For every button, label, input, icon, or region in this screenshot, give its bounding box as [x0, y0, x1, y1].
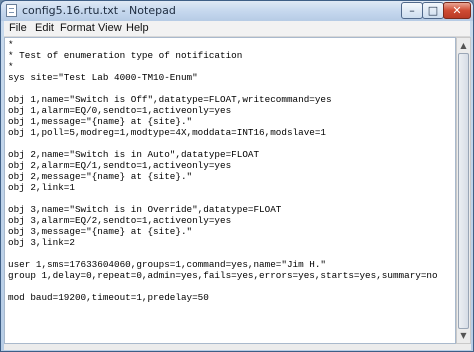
text-line: obj 2,link=1 [8, 182, 75, 193]
text-line: obj 3,name="Switch is in Override",datat… [8, 204, 282, 215]
text-editor[interactable]: * * Test of enumeration type of notifica… [4, 37, 456, 344]
text-line: obj 2,alarm=EQ/1,sendto=1,activeonly=yes [8, 160, 232, 171]
menu-file[interactable]: File [9, 22, 27, 34]
text-line: * Test of enumeration type of notificati… [8, 50, 243, 61]
text-line: group 1,delay=0,repeat=0,admin=yes,fails… [8, 270, 438, 281]
text-line: * [8, 39, 14, 50]
text-line: obj 2,name="Switch is in Auto",datatype=… [8, 149, 260, 160]
text-line: obj 1,message="{name} at {site}." [8, 116, 193, 127]
scroll-down-icon[interactable]: ▼ [458, 329, 469, 342]
text-line: mod baud=19200,timeout=1,predelay=50 [8, 292, 209, 303]
notepad-icon[interactable] [6, 4, 17, 17]
scrollbar-thumb[interactable] [458, 53, 469, 329]
text-line: obj 3,link=2 [8, 237, 75, 248]
minimize-button[interactable]: – [401, 2, 423, 19]
text-line: * [8, 61, 14, 72]
text-line: obj 3,message="{name} at {site}." [8, 226, 193, 237]
text-line: obj 3,alarm=EQ/2,sendto=1,activeonly=yes [8, 215, 232, 226]
menu-format[interactable]: Format [60, 22, 95, 34]
scroll-up-icon[interactable]: ▲ [458, 39, 469, 52]
menu-view[interactable]: View [98, 22, 122, 34]
text-line: obj 1,alarm=EQ/0,sendto=1,activeonly=yes [8, 105, 232, 116]
title-bar[interactable]: config5.16.rtu.txt - Notepad – □ ✕ [1, 1, 473, 21]
text-line: user 1,sms=17633604060,groups=1,command=… [8, 259, 327, 270]
notepad-window: config5.16.rtu.txt - Notepad – □ ✕ File … [0, 0, 474, 352]
window-title: config5.16.rtu.txt - Notepad [22, 4, 176, 17]
menu-bar: File Edit Format View Help [4, 21, 470, 37]
text-line: obj 2,message="{name} at {site}." [8, 171, 193, 182]
menu-edit[interactable]: Edit [35, 22, 54, 34]
menu-help[interactable]: Help [126, 22, 149, 34]
maximize-button[interactable]: □ [422, 2, 444, 19]
text-line: obj 1,name="Switch is Off",datatype=FLOA… [8, 94, 332, 105]
text-line: obj 1,poll=5,modreg=1,modtype=4X,moddata… [8, 127, 327, 138]
text-line: sys site="Test Lab 4000-TM10-Enum" [8, 72, 198, 83]
window-bottom-edge [4, 344, 471, 350]
close-button[interactable]: ✕ [443, 2, 471, 19]
vertical-scrollbar[interactable]: ▲ ▼ [456, 37, 471, 344]
